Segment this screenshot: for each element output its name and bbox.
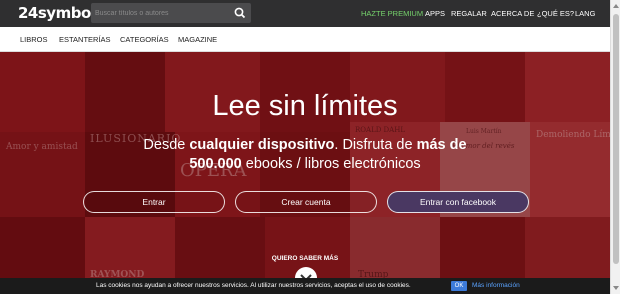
hero-headline: Lee sin límites (212, 90, 398, 122)
nav-about[interactable]: ACERCA DE (491, 9, 534, 18)
search-input[interactable] (91, 3, 231, 23)
nav-what[interactable]: ¿QUÉ ES? (537, 9, 574, 18)
scroll-up-icon[interactable] (613, 4, 619, 8)
subnav-categories[interactable]: CATEGORÍAS (120, 35, 169, 44)
subnav-shelves[interactable]: ESTANTERÍAS (59, 35, 111, 44)
cookie-ok-button[interactable]: OK (451, 281, 467, 291)
facebook-login-button[interactable]: Entrar con facebook (387, 191, 529, 213)
learn-more-label[interactable]: QUIERO SABER MÁS (0, 255, 610, 262)
scroll-thumb[interactable] (613, 14, 619, 264)
search-box (91, 3, 251, 23)
subline-text: Desde (143, 137, 190, 153)
subline-text: ebooks / libros electrónicos (241, 156, 421, 172)
top-bar: 24symbols HAZTE PREMIUM APPS REGALAR ACE… (0, 0, 610, 27)
subnav-magazine[interactable]: MAGAZINE (178, 35, 217, 44)
login-button[interactable]: Entrar (83, 191, 225, 213)
subnav-books[interactable]: LIBROS (20, 35, 48, 44)
scroll-down-icon[interactable] (613, 286, 619, 290)
nav-lang[interactable]: LANG (575, 9, 595, 18)
hero-subline: Desde cualquier dispositivo. Disfruta de… (130, 136, 480, 174)
category-nav: LIBROS ESTANTERÍAS CATEGORÍAS MAGAZINE (0, 27, 610, 52)
cookie-banner: Las cookies nos ayudan a ofrecer nuestro… (0, 278, 610, 294)
subline-highlight: cualquier dispositivo (189, 137, 335, 153)
cookie-message: Las cookies nos ayudan a ofrecer nuestro… (96, 282, 411, 289)
subline-text: . Disfruta de (334, 137, 417, 153)
search-icon[interactable] (233, 6, 247, 20)
nav-gift[interactable]: REGALAR (451, 9, 487, 18)
page-scrollbar[interactable] (610, 0, 620, 294)
cookie-more-info-link[interactable]: Más información (472, 282, 520, 289)
nav-apps[interactable]: APPS (425, 9, 445, 18)
hero-banner: ILUSIONARIO OPERA Amor y amistad ROALD D… (0, 52, 610, 294)
nav-premium[interactable]: HAZTE PREMIUM (361, 9, 423, 18)
signup-button[interactable]: Crear cuenta (235, 191, 377, 213)
